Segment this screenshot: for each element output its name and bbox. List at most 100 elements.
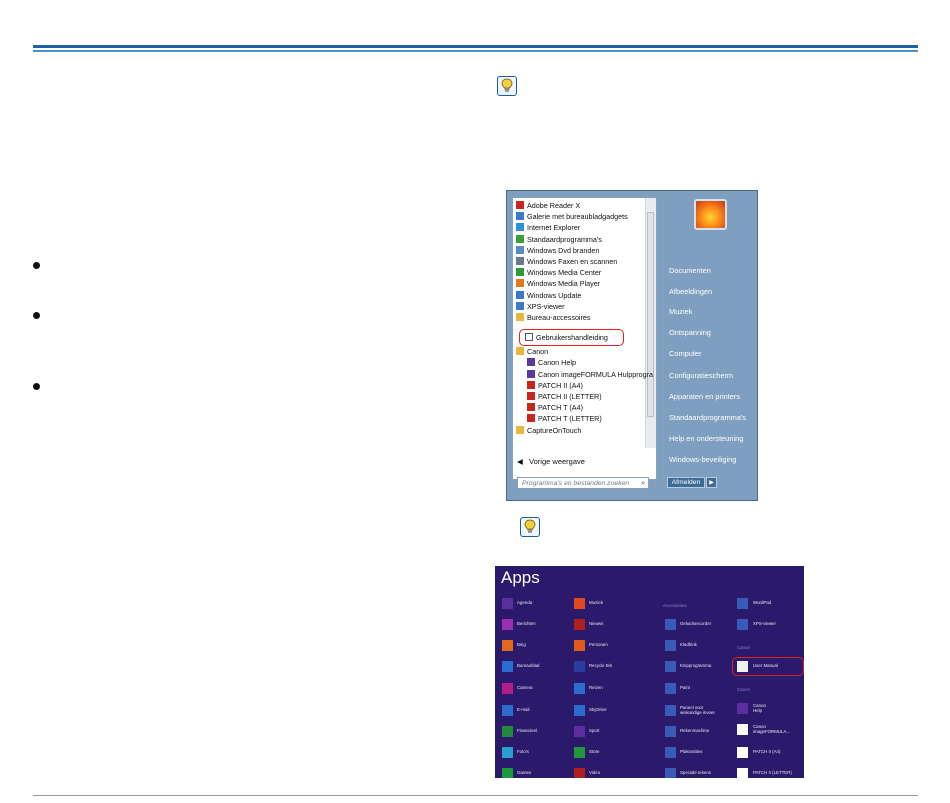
app-tile-icon[interactable] — [665, 726, 676, 737]
app-label[interactable]: Sport — [589, 728, 600, 733]
app-tile-icon[interactable] — [665, 640, 676, 651]
start-menu-link[interactable]: Configuratiescherm — [669, 371, 733, 380]
app-label[interactable]: Help — [753, 708, 762, 713]
app-label[interactable]: Games — [517, 770, 531, 775]
program-item[interactable]: PATCH T (LETTER) — [527, 413, 602, 424]
app-tile-icon[interactable] — [665, 768, 676, 778]
program-item[interactable]: PATCH II (LETTER) — [527, 391, 602, 402]
start-menu-link[interactable]: Windows-beveiliging — [669, 455, 736, 464]
app-tile-icon[interactable] — [574, 705, 585, 716]
program-item[interactable]: Windows Media Center — [516, 267, 601, 278]
start-search-input[interactable]: Programma's en bestanden zoeken ⌕ — [517, 477, 649, 489]
app-tile-icon[interactable] — [665, 705, 676, 716]
app-label[interactable]: Bureaublad — [517, 663, 539, 668]
app-label[interactable]: Paint — [680, 685, 690, 690]
app-tile-icon[interactable] — [665, 747, 676, 758]
app-label[interactable]: Rekenmachine — [680, 728, 709, 733]
start-menu-link[interactable]: Computer — [669, 349, 701, 358]
app-tile-icon[interactable] — [574, 726, 585, 737]
app-label[interactable]: Recycle Bin — [589, 663, 612, 668]
app-label[interactable]: SkyDrive — [589, 707, 607, 712]
app-tile-icon[interactable] — [574, 661, 585, 672]
program-item[interactable]: Canon Help — [527, 357, 576, 368]
app-tile-icon[interactable] — [502, 705, 513, 716]
app-label[interactable]: Financieel — [517, 728, 537, 733]
app-label[interactable]: Kladblok — [680, 642, 697, 647]
app-label[interactable]: Personen — [589, 642, 608, 647]
program-item[interactable]: PATCH II (A4) — [527, 380, 583, 391]
start-menu-link[interactable]: Afbeeldingen — [669, 287, 712, 296]
start-menu-scrollbar[interactable] — [645, 198, 656, 448]
app-label[interactable]: wiskundige invoer — [680, 710, 715, 715]
start-menu-link[interactable]: Help en ondersteuning — [669, 434, 743, 443]
app-label[interactable]: XPS-viewer — [753, 621, 776, 626]
app-tile-icon[interactable] — [737, 619, 748, 630]
app-tile-icon[interactable] — [737, 724, 748, 735]
app-label[interactable]: E-mail — [517, 707, 529, 712]
app-tile-icon[interactable] — [502, 598, 513, 609]
start-menu-link[interactable]: Muziek — [669, 307, 692, 316]
shutdown-options-arrow-icon[interactable]: ▶ — [706, 477, 717, 488]
app-tile-icon[interactable] — [502, 726, 513, 737]
app-tile-icon[interactable] — [574, 619, 585, 630]
canon-folder[interactable]: Canon — [516, 346, 548, 357]
app-label[interactable]: imageFORMULA... — [753, 729, 790, 734]
app-tile-icon[interactable] — [502, 640, 513, 651]
program-item[interactable]: Windows Media Player — [516, 278, 600, 289]
logoff-button[interactable]: Afmelden — [667, 477, 705, 488]
back-button[interactable]: ◀ Vorige weergave — [517, 457, 585, 466]
program-item[interactable]: Windows Faxen en scannen — [516, 256, 617, 267]
app-tile-icon[interactable] — [574, 683, 585, 694]
app-tile-icon[interactable] — [502, 683, 513, 694]
app-tile-icon[interactable] — [665, 619, 676, 630]
app-tile-icon[interactable] — [574, 640, 585, 651]
user-picture[interactable] — [694, 199, 727, 230]
app-tile-icon[interactable] — [502, 768, 513, 778]
app-label[interactable]: Reizen — [589, 685, 603, 690]
app-tile-icon[interactable] — [737, 768, 748, 778]
app-label[interactable]: Muziek — [589, 600, 603, 605]
app-tile-icon[interactable] — [574, 598, 585, 609]
app-label[interactable]: Berichten — [517, 621, 536, 626]
app-label[interactable]: Plaknotities — [680, 749, 702, 754]
app-tile-icon[interactable] — [502, 619, 513, 630]
app-label[interactable]: Nieuws — [589, 621, 603, 626]
app-tile-icon[interactable] — [665, 683, 676, 694]
app-label[interactable]: Knipprogramma — [680, 663, 711, 668]
captureontouch-folder[interactable]: CaptureOnTouch — [516, 425, 581, 436]
app-label[interactable]: Agenda — [517, 600, 532, 605]
app-label[interactable]: Store — [589, 749, 600, 754]
program-item[interactable]: Galerie met bureaubladgadgets — [516, 211, 628, 222]
app-label[interactable]: PATCH II (LETTER) — [753, 770, 792, 775]
app-label[interactable]: Geluidsrecorder — [680, 621, 711, 626]
start-menu-link[interactable]: Documenten — [669, 266, 711, 275]
app-label[interactable]: Speciale tekens — [680, 770, 711, 775]
app-tile-icon[interactable] — [574, 747, 585, 758]
program-item[interactable]: Bureau-accessoires — [516, 312, 591, 323]
program-item[interactable]: Internet Explorer — [516, 222, 580, 233]
program-item[interactable]: Standaardprogramma's — [516, 234, 602, 245]
app-label[interactable]: Camera — [517, 685, 533, 690]
program-item[interactable]: Windows Update — [516, 290, 581, 301]
app-tile-icon[interactable] — [737, 598, 748, 609]
start-menu-link[interactable]: Standaardprogramma's — [669, 413, 746, 422]
start-menu-link[interactable]: Ontspanning — [669, 328, 711, 337]
app-tile-icon[interactable] — [502, 661, 513, 672]
app-label[interactable]: Bing — [517, 642, 526, 647]
app-label[interactable]: Foto's — [517, 749, 529, 754]
program-item[interactable]: XPS-viewer — [516, 301, 565, 312]
app-label[interactable]: WordPad — [753, 600, 771, 605]
help-icon — [527, 358, 535, 367]
app-tile-icon[interactable] — [737, 747, 748, 758]
app-label[interactable]: Video — [589, 770, 600, 775]
app-tile-icon[interactable] — [574, 768, 585, 778]
program-item[interactable]: Windows Dvd branden — [516, 245, 599, 256]
start-menu-link[interactable]: Apparaten en printers — [669, 392, 740, 401]
app-tile-icon[interactable] — [737, 703, 748, 714]
app-tile-icon[interactable] — [502, 747, 513, 758]
app-tile-icon[interactable] — [665, 661, 676, 672]
app-label[interactable]: PATCH II (A4) — [753, 749, 780, 754]
program-item[interactable]: Adobe Reader X — [516, 200, 580, 211]
program-item[interactable]: PATCH T (A4) — [527, 402, 583, 413]
program-item[interactable]: Canon imageFORMULA Hulpprogra — [527, 369, 653, 380]
